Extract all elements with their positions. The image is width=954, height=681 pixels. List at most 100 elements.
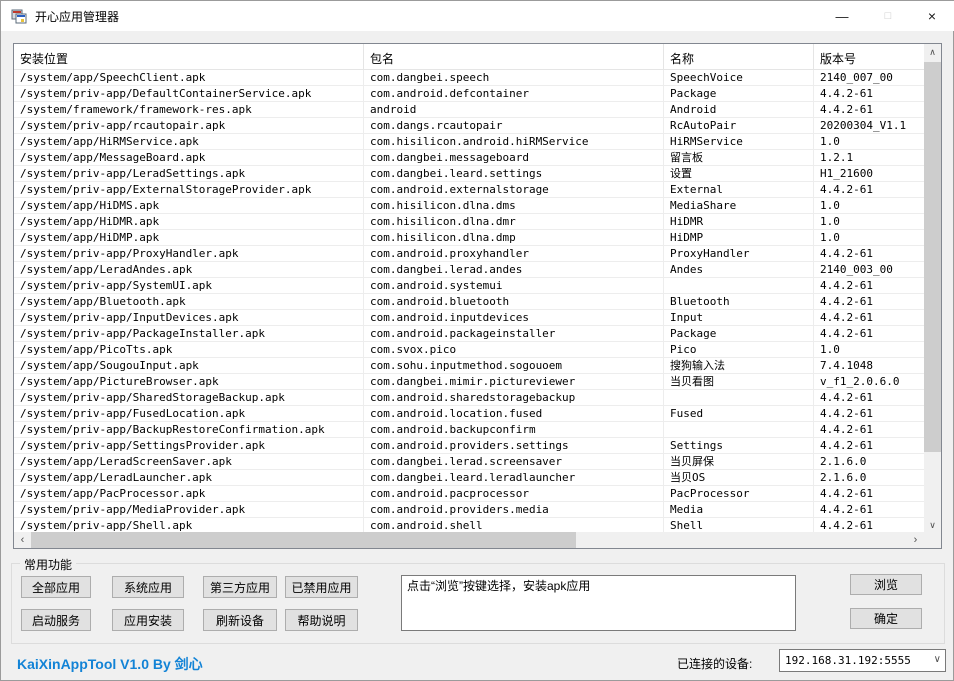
horizontal-scrollbar[interactable]: ‹ › [14, 532, 924, 548]
table-cell: 7.4.1048 [814, 358, 924, 374]
table-row[interactable]: /system/app/HiDMR.apkcom.hisilicon.dlna.… [14, 214, 924, 230]
help-button[interactable]: 帮助说明 [285, 609, 358, 631]
table-cell: /system/priv-app/Shell.apk [14, 518, 364, 532]
column-header-version[interactable]: 版本号 [814, 44, 924, 69]
table-cell: com.dangbei.lerad.andes [364, 262, 664, 278]
table-cell: 1.0 [814, 134, 924, 150]
app-window: 开心应用管理器 — □ × 安装位置 包名 名称 版本号 /system/app… [0, 0, 954, 681]
table-cell: /system/priv-app/MediaProvider.apk [14, 502, 364, 518]
minimize-button[interactable]: — [819, 1, 865, 31]
all-apps-button[interactable]: 全部应用 [21, 576, 91, 598]
table-row[interactable]: /system/app/MessageBoard.apkcom.dangbei.… [14, 150, 924, 166]
table-cell: Package [664, 86, 814, 102]
browse-button[interactable]: 浏览 [850, 574, 922, 595]
table-row[interactable]: /system/priv-app/ProxyHandler.apkcom.and… [14, 246, 924, 262]
table-cell: com.dangbei.mimir.pictureviewer [364, 374, 664, 390]
table-row[interactable]: /system/app/SpeechClient.apkcom.dangbei.… [14, 70, 924, 86]
table-row[interactable]: /system/app/HiDMP.apkcom.hisilicon.dlna.… [14, 230, 924, 246]
table-cell: 1.2.1 [814, 150, 924, 166]
table-cell: 2.1.6.0 [814, 470, 924, 486]
table-cell: /system/priv-app/BackupRestoreConfirmati… [14, 422, 364, 438]
install-app-button[interactable]: 应用安装 [112, 609, 184, 631]
refresh-device-button[interactable]: 刷新设备 [203, 609, 277, 631]
device-combobox[interactable]: 192.168.31.192:5555 ∨ [779, 649, 946, 672]
table-cell: /system/priv-app/DefaultContainerService… [14, 86, 364, 102]
table-cell: Fused [664, 406, 814, 422]
table-cell: 当贝OS [664, 470, 814, 486]
table-row[interactable]: /system/priv-app/BackupRestoreConfirmati… [14, 422, 924, 438]
chevron-down-icon: ∨ [934, 654, 941, 665]
table-cell: /system/app/PicoTts.apk [14, 342, 364, 358]
table-cell: Input [664, 310, 814, 326]
table-cell: 留言板 [664, 150, 814, 166]
table-row[interactable]: /system/priv-app/PackageInstaller.apkcom… [14, 326, 924, 342]
table-cell: com.android.packageinstaller [364, 326, 664, 342]
start-service-button[interactable]: 启动服务 [21, 609, 91, 631]
table-cell: 4.4.2-61 [814, 422, 924, 438]
disabled-apps-button[interactable]: 已禁用应用 [285, 576, 358, 598]
table-row[interactable]: /system/priv-app/MediaProvider.apkcom.an… [14, 502, 924, 518]
column-header-name[interactable]: 名称 [664, 44, 814, 69]
scroll-left-icon[interactable]: ‹ [14, 532, 31, 548]
table-row[interactable]: /system/app/PicoTts.apkcom.svox.picoPico… [14, 342, 924, 358]
table-row[interactable]: /system/priv-app/FusedLocation.apkcom.an… [14, 406, 924, 422]
column-header-install-path[interactable]: 安装位置 [14, 44, 364, 69]
apk-path-box[interactable]: 点击“浏览”按键选择，安装apk应用 [401, 575, 796, 631]
table-cell: v_f1_2.0.6.0 [814, 374, 924, 390]
table-cell: 4.4.2-61 [814, 294, 924, 310]
window-title: 开心应用管理器 [35, 8, 119, 25]
table-cell: Android [664, 102, 814, 118]
table-row[interactable]: /system/priv-app/LeradSettings.apkcom.da… [14, 166, 924, 182]
table-cell: /system/app/Bluetooth.apk [14, 294, 364, 310]
column-header-package[interactable]: 包名 [364, 44, 664, 69]
vertical-scrollbar[interactable]: ∧ ∨ [924, 44, 941, 534]
table-row[interactable]: /system/priv-app/SystemUI.apkcom.android… [14, 278, 924, 294]
table-row[interactable]: /system/priv-app/ExternalStorageProvider… [14, 182, 924, 198]
table-row[interactable]: /system/app/LeradAndes.apkcom.dangbei.le… [14, 262, 924, 278]
close-button[interactable]: × [909, 1, 954, 31]
table-cell: /system/app/LeradScreenSaver.apk [14, 454, 364, 470]
table-row[interactable]: /system/priv-app/Shell.apkcom.android.sh… [14, 518, 924, 532]
system-apps-button[interactable]: 系统应用 [112, 576, 184, 598]
table-row[interactable]: /system/app/HiRMService.apkcom.hisilicon… [14, 134, 924, 150]
table-cell: MediaShare [664, 198, 814, 214]
vertical-scroll-thumb[interactable] [924, 62, 941, 452]
table-cell: Bluetooth [664, 294, 814, 310]
third-party-apps-button[interactable]: 第三方应用 [203, 576, 277, 598]
table-row[interactable]: /system/app/LeradScreenSaver.apkcom.dang… [14, 454, 924, 470]
table-cell [664, 390, 814, 406]
table-row[interactable]: /system/app/PacProcessor.apkcom.android.… [14, 486, 924, 502]
ok-button[interactable]: 确定 [850, 608, 922, 629]
table-cell: com.android.bluetooth [364, 294, 664, 310]
table-row[interactable]: /system/priv-app/SharedStorageBackup.apk… [14, 390, 924, 406]
table-row[interactable]: /system/app/HiDMS.apkcom.hisilicon.dlna.… [14, 198, 924, 214]
table-cell: 当贝看图 [664, 374, 814, 390]
table-row[interactable]: /system/app/LeradLauncher.apkcom.dangbei… [14, 470, 924, 486]
table-cell: 1.0 [814, 230, 924, 246]
table-cell: /system/priv-app/rcautopair.apk [14, 118, 364, 134]
table-row[interactable]: /system/priv-app/InputDevices.apkcom.and… [14, 310, 924, 326]
scroll-right-icon[interactable]: › [907, 532, 924, 548]
table-cell: /system/priv-app/ExternalStorageProvider… [14, 182, 364, 198]
table-cell: com.android.defcontainer [364, 86, 664, 102]
table-row[interactable]: /system/app/Bluetooth.apkcom.android.blu… [14, 294, 924, 310]
table-cell: com.dangs.rcautopair [364, 118, 664, 134]
horizontal-scroll-thumb[interactable] [31, 532, 576, 548]
table-cell: 4.4.2-61 [814, 326, 924, 342]
table-row[interactable]: /system/priv-app/SettingsProvider.apkcom… [14, 438, 924, 454]
table-cell: 搜狗输入法 [664, 358, 814, 374]
table-row[interactable]: /system/priv-app/rcautopair.apkcom.dangs… [14, 118, 924, 134]
app-listview: 安装位置 包名 名称 版本号 /system/app/SpeechClient.… [13, 43, 942, 549]
table-row[interactable]: /system/app/PictureBrowser.apkcom.dangbe… [14, 374, 924, 390]
table-cell: 4.4.2-61 [814, 102, 924, 118]
table-row[interactable]: /system/priv-app/DefaultContainerService… [14, 86, 924, 102]
scroll-up-icon[interactable]: ∧ [924, 44, 941, 61]
table-row[interactable]: /system/app/SougouInput.apkcom.sohu.inpu… [14, 358, 924, 374]
table-cell: /system/priv-app/PackageInstaller.apk [14, 326, 364, 342]
table-cell: com.hisilicon.android.hiRMService [364, 134, 664, 150]
table-cell: com.dangbei.lerad.screensaver [364, 454, 664, 470]
table-cell: com.dangbei.leard.settings [364, 166, 664, 182]
table-cell: /system/priv-app/InputDevices.apk [14, 310, 364, 326]
table-row[interactable]: /system/framework/framework-res.apkandro… [14, 102, 924, 118]
maximize-button[interactable]: □ [865, 1, 911, 31]
